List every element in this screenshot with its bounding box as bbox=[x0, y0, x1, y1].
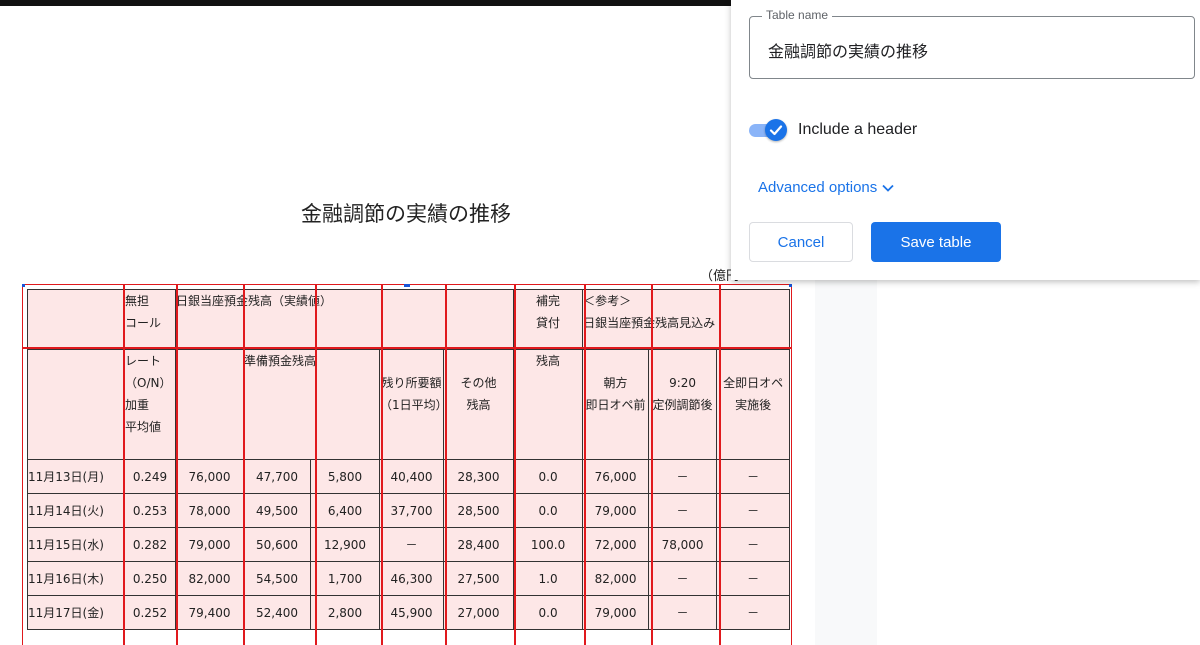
document-top-bar bbox=[0, 0, 815, 6]
chevron-down-icon bbox=[882, 179, 894, 196]
advanced-options-label: Advanced options bbox=[758, 179, 878, 196]
table-name-value[interactable]: 金融調節の実績の推移 bbox=[768, 38, 928, 62]
advanced-options-link[interactable]: Advanced options bbox=[758, 179, 894, 196]
right-pane-background bbox=[877, 280, 1200, 645]
document-title: 金融調節の実績の推移 bbox=[301, 202, 511, 226]
resize-handle[interactable] bbox=[789, 284, 792, 287]
include-header-label: Include a header bbox=[798, 121, 918, 138]
table-name-label: Table name bbox=[762, 8, 833, 22]
selection-grid-overlay[interactable] bbox=[22, 284, 792, 645]
toggle-knob bbox=[765, 119, 787, 141]
table-name-field[interactable]: Table name 金融調節の実績の推移 bbox=[749, 8, 1195, 79]
document-viewer: 金融調節の実績の推移 （億円 無担 コール 日銀当座預金残高（実績値） 補完 貸… bbox=[0, 0, 815, 645]
cancel-button[interactable]: Cancel bbox=[749, 222, 853, 262]
resize-handle[interactable] bbox=[404, 284, 410, 287]
resize-handle[interactable] bbox=[22, 284, 25, 287]
save-table-button[interactable]: Save table bbox=[871, 222, 1001, 262]
table-dialog: Table name 金融調節の実績の推移 Include a header A… bbox=[731, 0, 1200, 280]
scanned-table-region[interactable]: 無担 コール 日銀当座預金残高（実績値） 補完 貸付 ＜参考＞ 日銀当座預金残高… bbox=[22, 284, 792, 645]
checkmark-icon bbox=[769, 125, 783, 136]
include-header-toggle[interactable] bbox=[749, 118, 789, 142]
